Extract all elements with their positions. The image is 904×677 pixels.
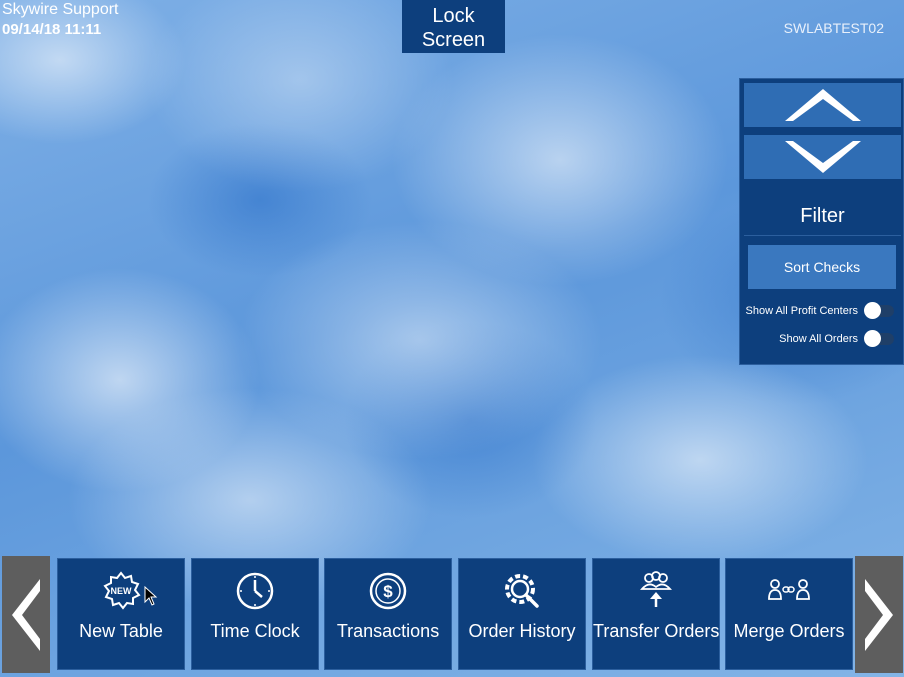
svg-text:$: $: [383, 582, 393, 601]
dollar-icon: $: [325, 571, 451, 611]
order-history-button[interactable]: Order History: [458, 558, 586, 670]
chevron-right-icon: [865, 578, 893, 651]
svg-text:NEW: NEW: [111, 586, 133, 596]
terminal-name: SWLABTEST02: [783, 20, 884, 36]
toggle-row-all-orders: Show All Orders: [744, 329, 894, 349]
show-all-profit-centers-toggle[interactable]: [864, 302, 894, 319]
tile-label: Time Clock: [210, 621, 300, 641]
transfer-icon: [593, 571, 719, 611]
chevron-left-icon: [12, 578, 40, 651]
transactions-button[interactable]: $ Transactions: [324, 558, 452, 670]
chevron-down-icon: [784, 141, 861, 173]
show-all-orders-toggle[interactable]: [864, 330, 894, 347]
scroll-up-button[interactable]: [744, 83, 901, 127]
new-badge-icon: NEW: [58, 571, 184, 611]
chevron-up-icon: [784, 89, 861, 121]
header-info: Skywire Support 09/14/18 11:11: [2, 0, 119, 40]
toggle-row-profit-centers: Show All Profit Centers: [744, 301, 894, 321]
time-clock-button[interactable]: Time Clock: [191, 558, 319, 670]
action-bar-prev-button[interactable]: [2, 556, 50, 673]
tile-label: Order History: [468, 621, 576, 641]
tile-label: New Table: [79, 621, 163, 641]
filter-panel: Filter Sort Checks Show All Profit Cente…: [739, 78, 904, 365]
gear-search-icon: [459, 571, 585, 611]
toggle-knob: [864, 302, 881, 319]
tile-label: Merge Orders: [733, 621, 845, 641]
tile-label: Transactions: [336, 621, 440, 641]
sort-checks-button[interactable]: Sort Checks: [748, 245, 896, 289]
store-name: Skywire Support: [2, 1, 119, 18]
merge-orders-button[interactable]: Merge Orders: [725, 558, 853, 670]
new-table-button[interactable]: NEW New Table: [57, 558, 185, 670]
toggle-label: Show All Profit Centers: [745, 305, 859, 317]
transfer-orders-button[interactable]: Transfer Orders: [592, 558, 720, 670]
scroll-down-button[interactable]: [744, 135, 901, 179]
filter-title: Filter: [744, 197, 901, 236]
mouse-cursor-icon: [144, 586, 158, 606]
tile-label: Transfer Orders: [593, 621, 720, 641]
toggle-knob: [864, 330, 881, 347]
toggle-label: Show All Orders: [779, 333, 858, 345]
action-bar-next-button[interactable]: [855, 556, 903, 673]
clock-icon: [192, 571, 318, 611]
datetime: 09/14/18 11:11: [2, 21, 102, 38]
merge-icon: [726, 571, 852, 611]
lock-screen-button[interactable]: Lock Screen: [402, 0, 505, 53]
